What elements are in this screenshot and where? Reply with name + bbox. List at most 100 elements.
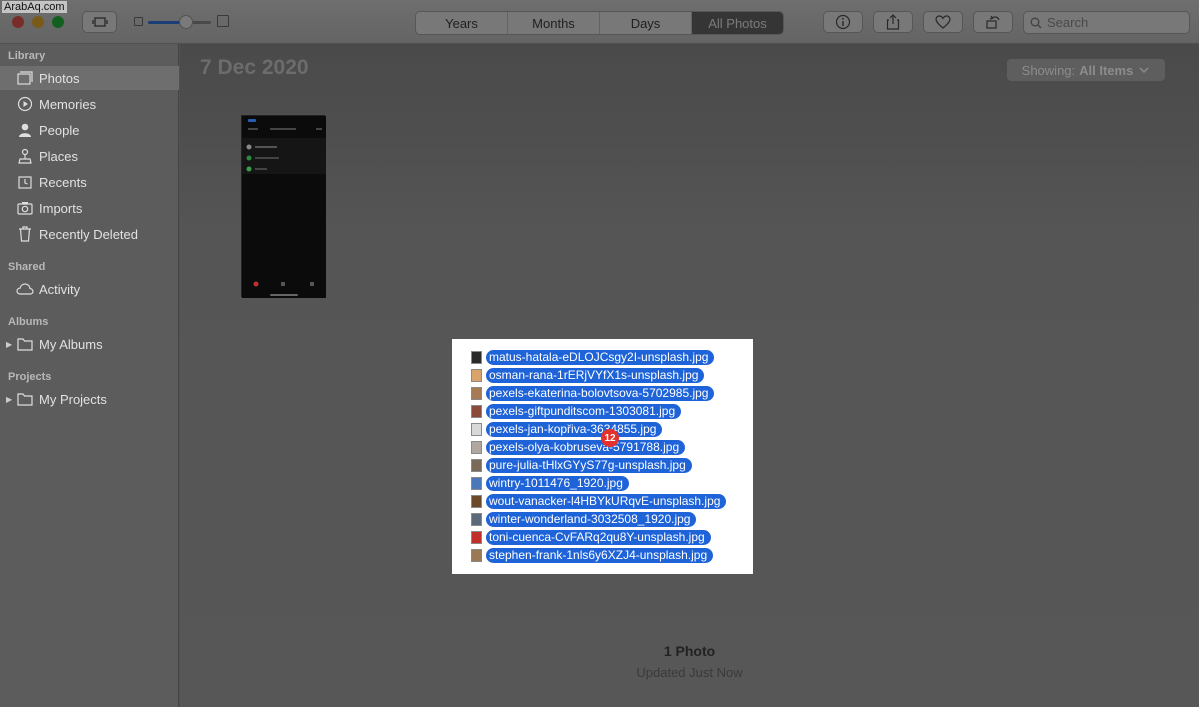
dragged-file-item[interactable]: pexels-olya-kobruseva-5791788.jpg bbox=[471, 439, 686, 455]
dragged-file-item[interactable]: wintry-1011476_1920.jpg bbox=[471, 475, 629, 491]
heart-icon bbox=[935, 15, 951, 29]
update-status: Updated Just Now bbox=[636, 665, 743, 680]
disclosure-triangle-icon[interactable]: ▶ bbox=[6, 395, 12, 404]
rotate-button[interactable] bbox=[973, 11, 1013, 33]
file-name-label: pure-julia-tHlxGYyS77g-unsplash.jpg bbox=[486, 457, 692, 473]
window-toolbar: Years Months Days All Photos Search bbox=[0, 0, 1199, 44]
showing-label: Showing: bbox=[1021, 62, 1076, 78]
chevron-down-icon bbox=[1139, 67, 1149, 74]
file-thumbnail-icon bbox=[471, 530, 482, 544]
sidebar-item-label: Recently Deleted bbox=[39, 226, 138, 242]
sidebar-item-recently-deleted[interactable]: Recently Deleted bbox=[0, 222, 179, 246]
favorite-button[interactable] bbox=[923, 11, 963, 33]
dragged-file-item[interactable]: pexels-ekaterina-bolovtsova-5702985.jpg bbox=[471, 385, 715, 401]
sidebar-item-places[interactable]: Places bbox=[0, 144, 179, 168]
info-button[interactable] bbox=[823, 11, 863, 33]
dragged-file-item[interactable]: osman-rana-1rERjVYfX1s-unsplash.jpg bbox=[471, 367, 705, 383]
people-icon bbox=[16, 121, 34, 139]
sidebar-item-my-albums[interactable]: ▶ My Albums bbox=[0, 332, 179, 356]
zoom-out-icon[interactable] bbox=[134, 17, 143, 26]
slideshow-icon bbox=[91, 17, 108, 27]
sidebar-item-activity[interactable]: Activity bbox=[0, 277, 179, 301]
minimize-window-button[interactable] bbox=[32, 16, 44, 28]
tab-months[interactable]: Months bbox=[508, 12, 600, 34]
sidebar-item-memories[interactable]: Memories bbox=[0, 92, 179, 116]
tab-all-photos[interactable]: All Photos bbox=[692, 12, 783, 34]
close-window-button[interactable] bbox=[12, 16, 24, 28]
photo-count: 1 Photo bbox=[663, 643, 716, 659]
photo-thumbnail[interactable] bbox=[241, 115, 326, 298]
file-thumbnail-icon bbox=[471, 548, 482, 562]
showing-value: All Items bbox=[1079, 62, 1134, 78]
file-name-label: wout-vanacker-l4HBYkURqvE-unsplash.jpg bbox=[486, 493, 727, 509]
file-name-label: matus-hatala-eDLOJCsgy2I-unsplash.jpg bbox=[486, 349, 715, 365]
zoom-slider-knob[interactable] bbox=[179, 15, 193, 29]
memories-icon bbox=[16, 95, 34, 113]
sidebar-item-recents[interactable]: Recents bbox=[0, 170, 179, 194]
file-thumbnail-icon bbox=[471, 440, 482, 454]
file-name-label: stephen-frank-1nls6y6XZJ4-unsplash.jpg bbox=[486, 547, 714, 563]
disclosure-triangle-icon[interactable]: ▶ bbox=[6, 340, 12, 349]
sidebar-item-my-projects[interactable]: ▶ My Projects bbox=[0, 387, 179, 411]
folder-icon bbox=[16, 335, 34, 353]
file-name-label: winter-wonderland-3032508_1920.jpg bbox=[486, 511, 697, 527]
dragged-file-item[interactable]: toni-cuenca-CvFARq2qu8Y-unsplash.jpg bbox=[471, 529, 711, 545]
sidebar-item-label: Places bbox=[39, 148, 79, 164]
file-thumbnail-icon bbox=[471, 494, 482, 508]
sidebar-item-imports[interactable]: Imports bbox=[0, 196, 179, 220]
section-albums: Albums bbox=[8, 316, 49, 328]
cloud-icon bbox=[16, 280, 34, 298]
share-button[interactable] bbox=[873, 11, 913, 33]
sidebar-item-label: Imports bbox=[39, 200, 83, 216]
sidebar-item-label: Recents bbox=[39, 174, 87, 190]
dragged-file-item[interactable]: pexels-giftpunditscom-1303081.jpg bbox=[471, 403, 682, 419]
file-thumbnail-icon bbox=[471, 476, 482, 490]
sidebar-item-people[interactable]: People bbox=[0, 118, 179, 142]
sidebar-item-label: Memories bbox=[39, 96, 97, 112]
maximize-window-button[interactable] bbox=[52, 16, 64, 28]
rotate-icon bbox=[986, 15, 1000, 29]
dragged-files-panel: matus-hatala-eDLOJCsgy2I-unsplash.jpg osm… bbox=[452, 339, 753, 574]
places-icon bbox=[16, 147, 34, 165]
sidebar-item-label: Activity bbox=[39, 281, 81, 297]
zoom-in-icon[interactable] bbox=[217, 15, 229, 27]
trash-icon bbox=[16, 225, 34, 243]
file-thumbnail-icon bbox=[471, 386, 482, 400]
file-thumbnail-icon bbox=[471, 368, 482, 382]
dragged-file-item[interactable]: pure-julia-tHlxGYyS77g-unsplash.jpg bbox=[471, 457, 692, 473]
info-icon bbox=[835, 14, 851, 30]
dragged-file-item[interactable]: matus-hatala-eDLOJCsgy2I-unsplash.jpg bbox=[471, 349, 715, 365]
file-name-label: pexels-giftpunditscom-1303081.jpg bbox=[486, 403, 682, 419]
file-name-label: wintry-1011476_1920.jpg bbox=[486, 475, 629, 491]
search-placeholder: Search bbox=[1047, 15, 1089, 30]
file-thumbnail-icon bbox=[471, 458, 482, 472]
dragged-file-item[interactable]: pexels-jan-kopřiva-3634855.jpg bbox=[471, 421, 663, 437]
sidebar-toggle-button[interactable] bbox=[82, 11, 117, 33]
file-count-badge: 12 bbox=[601, 429, 619, 447]
folder-icon bbox=[16, 390, 34, 408]
file-thumbnail-icon bbox=[471, 404, 482, 418]
imports-icon bbox=[16, 199, 34, 217]
file-name-label: pexels-jan-kopřiva-3634855.jpg bbox=[486, 421, 663, 437]
sidebar-item-label: My Projects bbox=[39, 391, 107, 407]
share-icon bbox=[886, 14, 900, 30]
dragged-file-item[interactable]: wout-vanacker-l4HBYkURqvE-unsplash.jpg bbox=[471, 493, 727, 509]
file-thumbnail-icon bbox=[471, 350, 482, 364]
file-thumbnail-icon bbox=[471, 422, 482, 436]
dragged-file-item[interactable]: winter-wonderland-3032508_1920.jpg bbox=[471, 511, 697, 527]
section-library: Library bbox=[8, 50, 46, 62]
view-tabs: Years Months Days All Photos bbox=[415, 11, 784, 35]
tab-days[interactable]: Days bbox=[600, 12, 692, 34]
search-icon bbox=[1030, 17, 1042, 28]
section-projects: Projects bbox=[8, 371, 52, 383]
file-name-label: pexels-olya-kobruseva-5791788.jpg bbox=[486, 439, 686, 455]
showing-filter-dropdown[interactable]: Showing: All Items bbox=[1007, 59, 1165, 81]
sidebar: Library Photos Memories People Places Re… bbox=[0, 44, 179, 707]
sidebar-item-label: People bbox=[39, 122, 80, 138]
sidebar-item-photos[interactable]: Photos bbox=[0, 66, 179, 90]
dragged-file-item[interactable]: stephen-frank-1nls6y6XZJ4-unsplash.jpg bbox=[471, 547, 714, 563]
tab-years[interactable]: Years bbox=[416, 12, 508, 34]
photos-icon bbox=[16, 69, 34, 87]
search-field[interactable]: Search bbox=[1023, 11, 1190, 34]
section-shared: Shared bbox=[8, 261, 46, 273]
